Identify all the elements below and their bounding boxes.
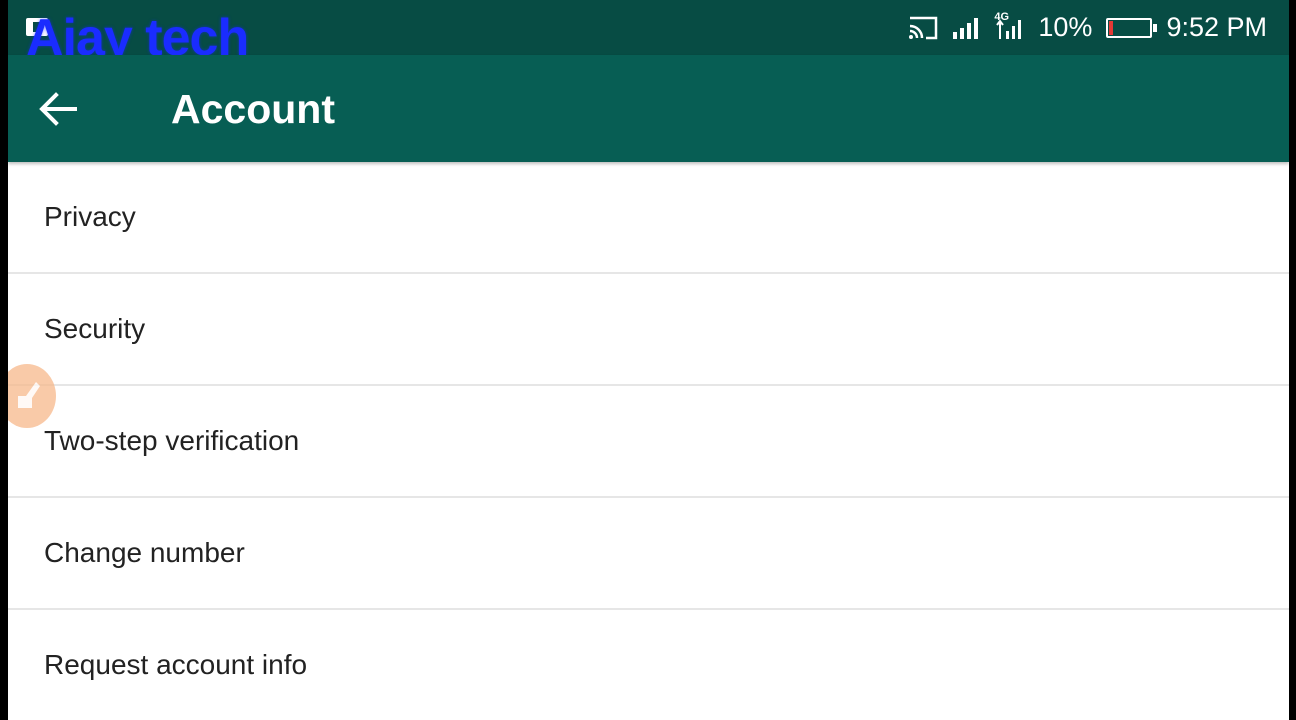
arrow-left-icon — [39, 92, 77, 126]
page-title: Account — [171, 86, 335, 132]
menu-item-label: Change number — [44, 537, 245, 568]
menu-item-label: Privacy — [44, 201, 136, 232]
menu-item-label: Request account info — [44, 649, 308, 680]
cast-icon — [909, 16, 938, 39]
menu-item-two-step-verification[interactable]: Two-step verification — [8, 386, 1289, 498]
clock: 9:52 PM — [1166, 12, 1267, 42]
menu-item-request-account-info[interactable]: Request account info — [8, 610, 1289, 720]
menu-item-label: Security — [44, 313, 146, 344]
status-icons: 4G 10% 9:52 PM — [908, 0, 1267, 55]
app-bar: Account — [8, 55, 1289, 162]
hand-pointer-icon — [18, 382, 40, 408]
battery-level-fill — [1109, 20, 1114, 35]
signal-icon — [953, 17, 979, 39]
menu-item-change-number[interactable]: Change number — [8, 498, 1289, 610]
menu-item-security[interactable]: Security — [8, 274, 1289, 386]
battery-icon — [1106, 17, 1158, 38]
back-button[interactable] — [30, 83, 86, 135]
menu-item-privacy[interactable]: Privacy — [8, 162, 1289, 274]
account-settings-list: Privacy Security Two-step verification C… — [8, 162, 1289, 720]
menu-item-label: Two-step verification — [44, 425, 300, 456]
screen: Ajay tech 4G 10% 9:52 PM Account Privacy… — [8, 0, 1289, 720]
status-bar: Ajay tech 4G 10% 9:52 PM — [8, 0, 1289, 67]
battery-percent: 10% — [1038, 12, 1093, 42]
mobile-data-icon: 4G — [994, 11, 1024, 43]
